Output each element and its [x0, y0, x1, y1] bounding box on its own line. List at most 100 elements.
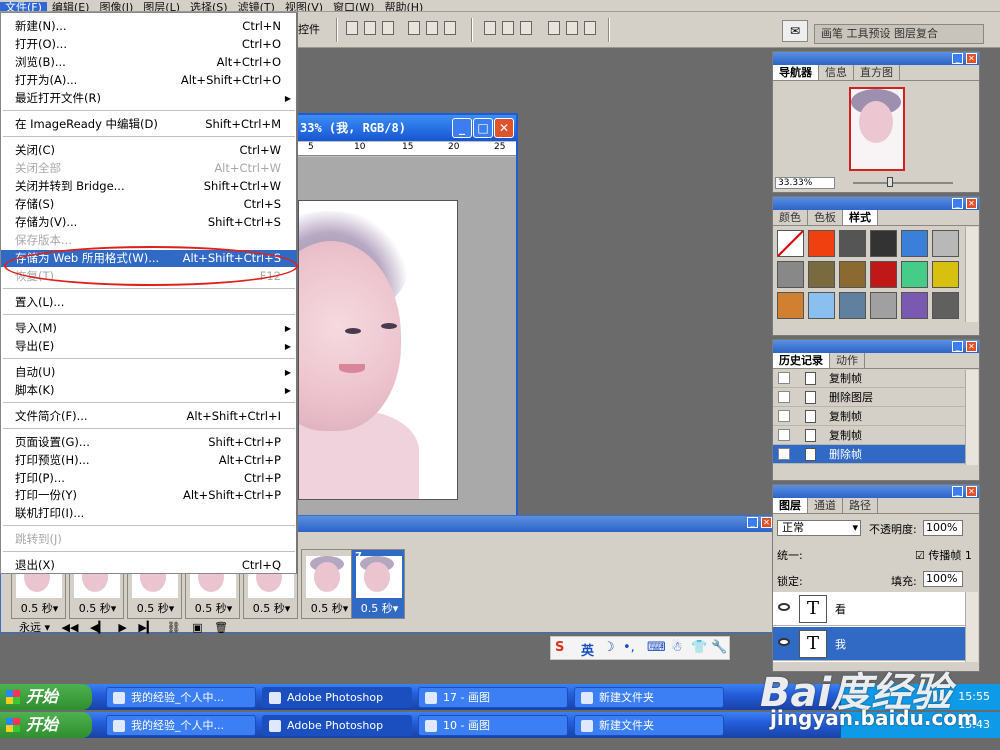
snapshot-checkbox[interactable] — [778, 448, 790, 460]
ime-width-toggle[interactable]: ☽ — [603, 640, 615, 655]
ime-punct-toggle[interactable]: •, — [623, 640, 635, 655]
menu-item[interactable]: 在 ImageReady 中编辑(D) Shift+Ctrl+M — [1, 116, 297, 133]
close-icon[interactable]: ✕ — [966, 341, 977, 352]
style-swatch[interactable] — [839, 230, 866, 257]
user-icon[interactable]: ☃ — [671, 640, 683, 655]
menu-item[interactable]: 页面设置(G)... Shift+Ctrl+P — [1, 434, 297, 451]
frame-duration[interactable]: 0.5 秒▾ — [12, 600, 67, 616]
delete-frame-icon[interactable]: 🗑 — [214, 621, 228, 634]
menu-item[interactable]: 脚本(K) ▶ — [1, 382, 297, 399]
tab-info[interactable]: 信息 — [819, 65, 854, 80]
menu-item[interactable]: 存储(S) Ctrl+S — [1, 196, 297, 213]
propagate-frame-checkbox[interactable]: ☑ 传播帧 1 — [915, 547, 972, 563]
close-icon[interactable]: ✕ — [966, 486, 977, 497]
align-bottom-icon[interactable] — [382, 21, 394, 35]
ime-lang-toggle[interactable]: 英 — [581, 640, 594, 659]
align-right-icon[interactable] — [444, 21, 456, 35]
history-scrollbar[interactable] — [965, 370, 978, 465]
style-swatch[interactable] — [808, 292, 835, 319]
tab-navigator[interactable]: 导航器 — [773, 65, 819, 80]
style-swatch[interactable] — [777, 261, 804, 288]
style-swatch[interactable] — [901, 292, 928, 319]
frame-duration[interactable]: 0.5 秒▾ — [244, 600, 299, 616]
keyboard-icon[interactable]: ⌨ — [647, 640, 666, 655]
align-vcenter-icon[interactable] — [364, 21, 376, 35]
tab-swatches[interactable]: 色板 — [808, 210, 843, 225]
style-swatch[interactable] — [808, 230, 835, 257]
canvas-area[interactable] — [298, 157, 516, 517]
menu-item[interactable]: 文件简介(F)... Alt+Shift+Ctrl+I — [1, 408, 297, 425]
zoom-field[interactable]: 33.33% — [775, 177, 835, 189]
menu-item[interactable]: 存储为(V)... Shift+Ctrl+S — [1, 214, 297, 231]
menu-item[interactable]: 自动(U) ▶ — [1, 364, 297, 381]
menu-item[interactable]: 导出(E) ▶ — [1, 338, 297, 355]
visibility-eye-icon[interactable] — [778, 603, 790, 611]
start-button[interactable]: 开始 — [0, 712, 92, 738]
style-swatch[interactable] — [808, 261, 835, 288]
layer-row-selected[interactable]: T我 — [773, 627, 965, 661]
style-swatch[interactable] — [901, 261, 928, 288]
taskbar-button[interactable]: Adobe Photoshop — [262, 715, 412, 736]
layer-row[interactable]: T看 — [773, 592, 965, 626]
align-top-icon[interactable] — [346, 21, 358, 35]
zoom-slider-handle[interactable] — [887, 177, 893, 187]
menu-item[interactable]: 浏览(B)... Alt+Ctrl+O — [1, 54, 297, 71]
menu-item[interactable]: 打开为(A)... Alt+Shift+Ctrl+O — [1, 72, 297, 89]
snapshot-checkbox[interactable] — [778, 372, 790, 384]
menu-view[interactable]: 视图(V) — [280, 2, 328, 11]
tab-channels[interactable]: 通道 — [808, 498, 843, 513]
taskbar-button[interactable]: Adobe Photoshop — [262, 687, 412, 708]
styles-scrollbar[interactable] — [965, 227, 978, 322]
loop-select[interactable]: 永远 ▾ — [19, 619, 50, 635]
style-swatch[interactable] — [870, 261, 897, 288]
style-swatch[interactable] — [839, 261, 866, 288]
snapshot-checkbox[interactable] — [778, 429, 790, 441]
taskbar-button[interactable]: 我的经验_个人中... — [106, 687, 256, 708]
menu-item[interactable]: 关闭(C) Ctrl+W — [1, 142, 297, 159]
menu-help[interactable]: 帮助(H) — [379, 2, 428, 11]
menu-item[interactable]: 导入(M) ▶ — [1, 320, 297, 337]
minimize-icon[interactable]: _ — [952, 486, 963, 497]
animation-frame[interactable]: 0.5 秒▾ — [301, 549, 356, 619]
distribute-right-icon[interactable] — [584, 21, 596, 35]
start-button[interactable]: 开始 — [0, 684, 92, 710]
frame-duration[interactable]: 0.5 秒▾ — [352, 600, 407, 616]
visibility-eye-icon[interactable] — [778, 638, 790, 646]
blend-mode-select[interactable]: 正常 ▾ — [777, 520, 861, 536]
tab-history[interactable]: 历史记录 — [773, 353, 830, 368]
navigator-thumbnail[interactable] — [849, 87, 905, 171]
style-swatch[interactable] — [932, 230, 959, 257]
style-swatch[interactable] — [777, 230, 804, 257]
menu-window[interactable]: 窗口(W) — [328, 2, 379, 11]
history-state[interactable]: 复制帧 — [773, 407, 967, 426]
close-icon[interactable]: ✕ — [966, 198, 977, 209]
layers-scrollbar[interactable] — [965, 592, 978, 662]
distribute-hcenter-icon[interactable] — [566, 21, 578, 35]
style-swatch[interactable] — [870, 230, 897, 257]
distribute-vcenter-icon[interactable] — [502, 21, 514, 35]
menu-item[interactable]: 关闭并转到 Bridge... Shift+Ctrl+W — [1, 178, 297, 195]
frame-duration[interactable]: 0.5 秒▾ — [128, 600, 183, 616]
taskbar-button[interactable]: 17 - 画图 — [418, 687, 568, 708]
style-swatch[interactable] — [932, 292, 959, 319]
menu-select[interactable]: 选择(S) — [185, 2, 233, 11]
menu-item[interactable]: 打开(O)... Ctrl+O — [1, 36, 297, 53]
style-swatch[interactable] — [839, 292, 866, 319]
tab-histogram[interactable]: 直方图 — [854, 65, 900, 80]
close-icon[interactable]: ✕ — [494, 118, 514, 138]
close-icon[interactable]: ✕ — [966, 53, 977, 64]
menu-item[interactable]: 打印(P)... Ctrl+P — [1, 470, 297, 487]
maximize-icon[interactable]: □ — [473, 118, 493, 138]
menu-edit[interactable]: 编辑(E) — [47, 2, 95, 11]
align-left-icon[interactable] — [408, 21, 420, 35]
style-swatch[interactable] — [777, 292, 804, 319]
fill-input[interactable]: 100% — [923, 571, 963, 587]
menu-item[interactable]: 新建(N)... Ctrl+N — [1, 18, 297, 35]
minimize-icon[interactable]: _ — [952, 198, 963, 209]
menu-item[interactable]: 打印预览(H)... Alt+Ctrl+P — [1, 452, 297, 469]
distribute-top-icon[interactable] — [484, 21, 496, 35]
style-swatch[interactable] — [932, 261, 959, 288]
taskbar-button[interactable]: 我的经验_个人中... — [106, 715, 256, 736]
menu-item[interactable]: 联机打印(I)... — [1, 505, 297, 522]
close-icon[interactable]: ✕ — [761, 517, 772, 528]
